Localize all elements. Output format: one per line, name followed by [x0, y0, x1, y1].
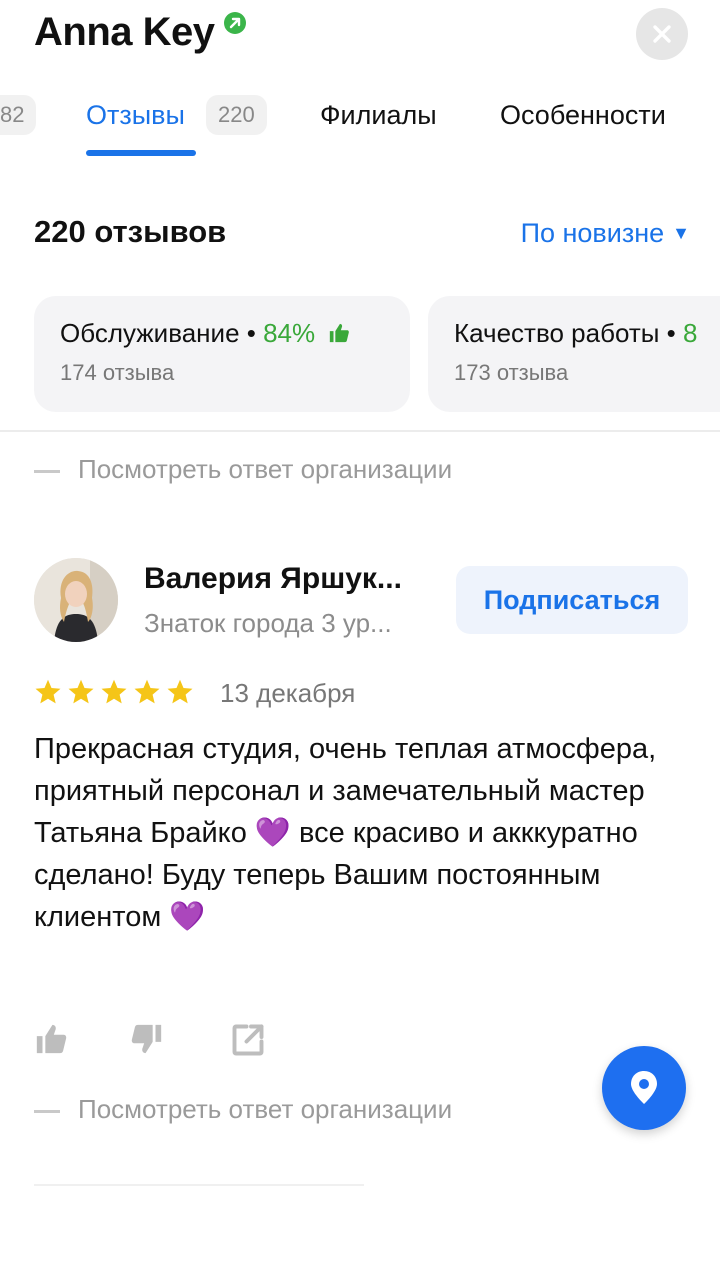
aspect-percent: 8: [683, 318, 698, 348]
author-name[interactable]: Валерия Яршук...: [144, 562, 402, 596]
dislike-button[interactable]: [130, 1022, 170, 1062]
star-icon: [134, 679, 160, 704]
organization-title: Anna Key: [34, 10, 215, 54]
review-text: Прекрасная студия, очень теплая атмосфер…: [34, 733, 657, 933]
aspect-card-quality[interactable]: Качество работы • 8 173 отзыва: [428, 296, 720, 412]
aspect-name: Обслуживание • 84%: [60, 318, 350, 349]
section-divider: [0, 430, 720, 432]
like-button[interactable]: [34, 1022, 74, 1062]
star-icon: [101, 679, 127, 704]
org-reply-label: Посмотреть ответ организации: [78, 1094, 453, 1124]
review-date: 13 декабря: [220, 678, 356, 708]
subscribe-button[interactable]: Подписаться: [456, 566, 688, 634]
dash-icon: [34, 469, 60, 473]
thumbs-up-icon: [330, 323, 350, 343]
map-pin-button[interactable]: [602, 1046, 686, 1130]
map-pin-icon: [631, 1071, 657, 1104]
avatar[interactable]: [34, 558, 118, 642]
header: Anna Key: [0, 0, 720, 70]
tab-count-previous[interactable]: 82: [0, 95, 37, 135]
rating-stars: [34, 678, 194, 710]
star-icon: [167, 679, 193, 704]
active-tab-indicator: [86, 150, 196, 156]
aspect-review-count: 174 отзыва: [60, 360, 175, 385]
sort-label: По новизне: [520, 218, 665, 248]
aspect-card-service[interactable]: Обслуживание • 84% 174 отзыва: [34, 296, 410, 412]
tab-reviews-count: 220: [206, 95, 267, 135]
reviews-count-title: 220 отзывов: [34, 214, 227, 249]
next-review-divider: [34, 1184, 364, 1186]
tab-branches[interactable]: Филиалы: [320, 100, 437, 131]
thumbs-down-icon: [131, 1024, 162, 1054]
triangle-down-icon: ▼: [672, 223, 690, 243]
aspect-label: Обслуживание: [60, 318, 240, 348]
aspect-name: Качество работы • 8: [454, 318, 698, 348]
dash-icon: [34, 1109, 60, 1113]
close-button[interactable]: [636, 8, 688, 60]
tab-reviews[interactable]: Отзывы: [86, 100, 185, 131]
view-org-reply-link[interactable]: Посмотреть ответ организации: [34, 1094, 452, 1125]
sort-dropdown[interactable]: По новизне ▼: [521, 218, 690, 249]
close-icon: [653, 25, 671, 43]
star-icon: [35, 679, 61, 704]
share-icon: [232, 1024, 264, 1056]
tab-bar: 82 Отзывы 220 Филиалы Особенности: [0, 90, 720, 160]
tab-features[interactable]: Особенности: [500, 100, 666, 131]
thumbs-up-icon: [36, 1024, 67, 1054]
verified-check-icon: [224, 12, 246, 34]
aspect-label: Качество работы: [454, 318, 660, 348]
aspect-review-count: 173 отзыва: [454, 360, 569, 385]
share-button[interactable]: [230, 1022, 270, 1062]
aspect-percent: 84%: [263, 318, 316, 348]
org-reply-label: Посмотреть ответ организации: [78, 454, 453, 484]
author-level: Знаток города 3 ур...: [144, 608, 392, 638]
star-icon: [68, 679, 94, 704]
view-org-reply-link[interactable]: Посмотреть ответ организации: [34, 454, 452, 485]
